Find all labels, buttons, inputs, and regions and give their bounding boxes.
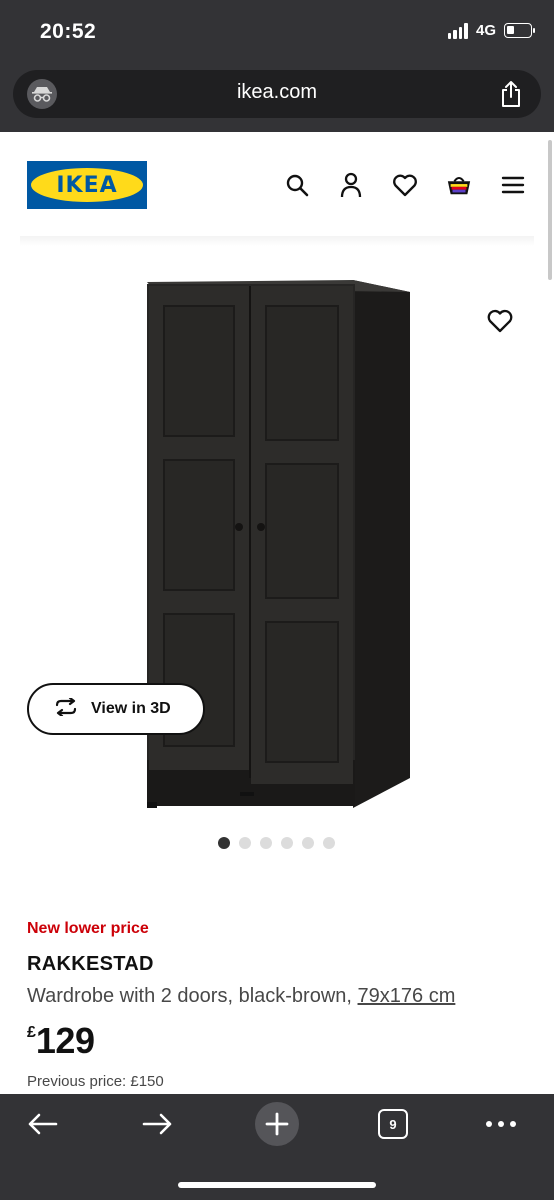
carousel-dot[interactable] — [218, 837, 230, 849]
signal-icon — [447, 22, 468, 39]
search-icon[interactable] — [284, 172, 310, 198]
browser-top-chrome: 20:52 4G ikea.com — [0, 0, 554, 132]
address-bar[interactable]: ikea.com — [13, 70, 541, 118]
ikea-logo[interactable]: IKEA — [27, 161, 147, 209]
logo-text: IKEA — [56, 172, 118, 198]
price-currency: £ — [27, 1024, 36, 1041]
view-in-3d-button[interactable]: View in 3D — [27, 683, 205, 735]
rotate-3d-icon — [53, 696, 79, 721]
network-type: 4G — [475, 22, 496, 39]
tabs-icon: 9 — [378, 1109, 408, 1139]
favourite-icon[interactable] — [392, 172, 418, 198]
product-size-link[interactable]: 79x176 cm — [358, 985, 456, 1007]
url-text[interactable]: ikea.com — [13, 81, 541, 104]
basket-icon[interactable] — [446, 172, 472, 198]
forward-icon[interactable] — [140, 1106, 176, 1142]
header-actions — [284, 172, 526, 198]
battery-icon — [504, 23, 535, 38]
account-icon[interactable] — [338, 172, 364, 198]
previous-price: Previous price: £150 — [27, 1073, 164, 1090]
price-amount: 129 — [35, 1020, 95, 1061]
home-indicator[interactable] — [178, 1182, 376, 1188]
carousel-dot[interactable] — [260, 837, 272, 849]
scroll-indicator — [548, 140, 552, 280]
product-description: Wardrobe with 2 doors, black-brown, 79x1… — [27, 985, 455, 1008]
heart-icon[interactable] — [486, 308, 514, 334]
price-badge: New lower price — [27, 920, 149, 937]
product-price: £129 — [27, 1020, 95, 1062]
back-icon[interactable] — [24, 1106, 60, 1142]
carousel-dot[interactable] — [281, 837, 293, 849]
carousel-dot[interactable] — [323, 837, 335, 849]
status-time: 20:52 — [40, 20, 97, 43]
carousel-dot[interactable] — [239, 837, 251, 849]
status-indicators: 4G — [447, 22, 535, 39]
product-description-text: Wardrobe with 2 doors, black-brown, — [27, 985, 352, 1007]
image-carousel-dots[interactable] — [218, 837, 335, 849]
tabs-button[interactable]: 9 — [376, 1106, 410, 1142]
view-in-3d-label: View in 3D — [91, 700, 171, 717]
menu-icon[interactable] — [500, 172, 526, 198]
more-icon[interactable] — [484, 1106, 518, 1142]
product-name: RAKKESTAD — [27, 953, 154, 975]
plus-icon — [265, 1112, 289, 1136]
header-divider — [20, 236, 534, 246]
new-tab-button[interactable] — [255, 1102, 299, 1146]
share-icon[interactable] — [499, 80, 523, 113]
carousel-dot[interactable] — [302, 837, 314, 849]
